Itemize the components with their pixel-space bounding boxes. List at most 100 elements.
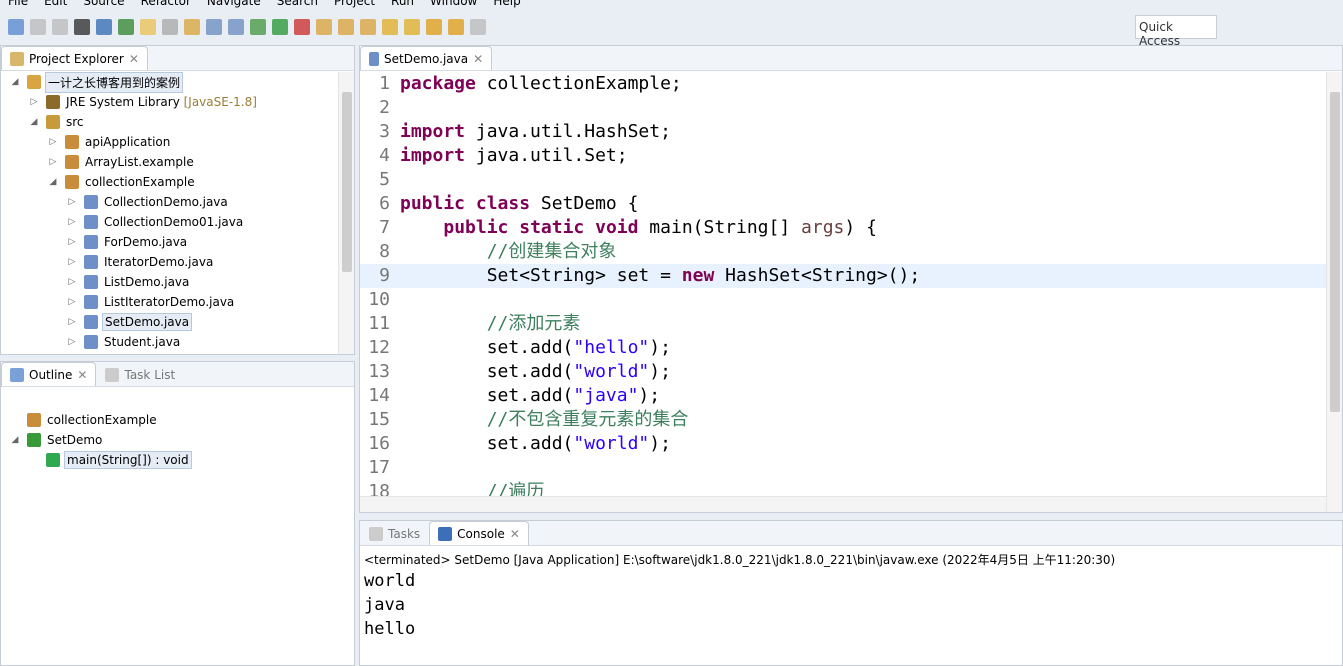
tree-item[interactable]: ▷ ArrayList.example — [1, 152, 338, 172]
close-icon[interactable]: ✕ — [129, 52, 139, 66]
close-icon[interactable]: ✕ — [510, 527, 520, 541]
tree-item[interactable]: collectionExample — [1, 410, 338, 430]
tab-tasks[interactable]: Tasks — [360, 521, 429, 545]
toolbar-button-17[interactable] — [360, 19, 376, 35]
expand-toggle-icon[interactable]: ▷ — [66, 257, 78, 267]
expand-toggle-icon[interactable]: ▷ — [66, 337, 78, 347]
expand-toggle-icon[interactable]: ▷ — [47, 157, 59, 167]
toolbar-button-6[interactable] — [118, 19, 134, 35]
code-line: 16 set.add("world"); — [360, 432, 1326, 456]
toolbar-button-1[interactable] — [8, 19, 24, 35]
project-icon — [27, 75, 41, 89]
menu-source[interactable]: Source — [83, 0, 124, 10]
code-line: 18 //遍历 — [360, 480, 1326, 496]
toolbar-button-21[interactable] — [448, 19, 464, 35]
tab-outline[interactable]: Outline ✕ — [1, 362, 97, 386]
java-file-icon — [369, 51, 379, 66]
toolbar-button-9[interactable] — [184, 19, 200, 35]
expand-toggle-icon[interactable]: ◢ — [9, 435, 21, 445]
tree-item-label: ArrayList.example — [85, 155, 194, 169]
tree-item[interactable]: ▷ Student.java — [1, 332, 338, 352]
tree-item[interactable]: ◢ 一计之长博客用到的案例 — [1, 71, 338, 93]
expand-toggle-icon[interactable]: ◢ — [9, 77, 21, 87]
tree-item[interactable]: ◢ SetDemo — [1, 430, 338, 450]
tree-item[interactable]: ▷ ForDemo.java — [1, 232, 338, 252]
code-line: 9 Set<String> set = new HashSet<String>(… — [360, 264, 1326, 288]
expand-toggle-icon[interactable]: ▷ — [66, 297, 78, 307]
expand-toggle-icon[interactable]: ▷ — [66, 197, 78, 207]
toolbar-button-13[interactable] — [272, 19, 288, 35]
menu-file[interactable]: File — [8, 0, 28, 10]
expand-toggle-icon[interactable]: ▷ — [47, 137, 59, 147]
tree-item[interactable]: ◢ src — [1, 112, 338, 132]
toolbar-button-4[interactable] — [74, 19, 90, 35]
tab-project-explorer[interactable]: Project Explorer ✕ — [1, 46, 148, 70]
close-icon[interactable]: ✕ — [473, 52, 483, 66]
menu-run[interactable]: Run — [391, 0, 414, 10]
menu-refactor[interactable]: Refactor — [141, 0, 191, 10]
tab-setdemo-java[interactable]: SetDemo.java ✕ — [360, 46, 493, 70]
toolbar-button-11[interactable] — [228, 19, 244, 35]
close-icon[interactable]: ✕ — [77, 368, 87, 382]
toolbar-button-14[interactable] — [294, 19, 310, 35]
toolbar-button-3[interactable] — [52, 19, 68, 35]
tree-item[interactable]: ▷ CollectionDemo01.java — [1, 212, 338, 232]
toolbar-button-10[interactable] — [206, 19, 222, 35]
tree-item[interactable]: ▷ SetDemo.java — [1, 312, 338, 332]
string-literal: "world" — [573, 433, 650, 454]
expand-toggle-icon[interactable]: ▷ — [66, 237, 78, 247]
keyword: public — [443, 217, 509, 238]
menu-edit[interactable]: Edit — [44, 0, 67, 10]
tab-task-list[interactable]: Task List — [96, 362, 184, 386]
quick-access-input[interactable]: Quick Access — [1135, 15, 1217, 48]
folder-icon — [10, 51, 24, 66]
toolbar-button-2[interactable] — [30, 19, 46, 35]
tree-item[interactable]: ▷ apiApplication — [1, 132, 338, 152]
library-icon — [46, 95, 60, 109]
expand-toggle-icon[interactable]: ◢ — [47, 177, 59, 187]
horizontal-scrollbar[interactable] — [360, 496, 1326, 512]
toolbar-button-22[interactable] — [470, 19, 486, 35]
tree-item[interactable]: ◢ collectionExample — [1, 172, 338, 192]
tree-item[interactable]: ▷ CollectionDemo.java — [1, 192, 338, 212]
expand-toggle-icon[interactable]: ▷ — [66, 317, 78, 327]
tree-item[interactable]: ▷ JRE System Library [JavaSE-1.8] — [1, 92, 338, 112]
line-number: 11 — [368, 313, 390, 334]
toolbar-button-19[interactable] — [404, 19, 420, 35]
tree-item[interactable]: ▷ IteratorDemo.java — [1, 252, 338, 272]
toolbar-button-20[interactable] — [426, 19, 442, 35]
menu-window[interactable]: Window — [430, 0, 477, 10]
expand-toggle-icon[interactable]: ▷ — [66, 217, 78, 227]
menu-help[interactable]: Help — [493, 0, 520, 10]
toolbar-button-16[interactable] — [338, 19, 354, 35]
keyword: new — [681, 265, 715, 286]
tab-console[interactable]: Console ✕ — [429, 521, 529, 545]
expand-toggle-icon[interactable]: ▷ — [28, 97, 40, 107]
expand-toggle-icon[interactable]: ◢ — [28, 117, 40, 127]
tree-item[interactable]: ▷ ListDemo.java — [1, 272, 338, 292]
toolbar-button-15[interactable] — [316, 19, 332, 35]
menu-navigate[interactable]: Navigate — [207, 0, 261, 10]
package-icon — [65, 155, 79, 169]
vertical-scrollbar[interactable] — [338, 72, 354, 354]
menu-project[interactable]: Project — [334, 0, 375, 10]
code-editor[interactable]: 1 package collectionExample; 2 3 import java… — [360, 72, 1326, 496]
task-list-icon — [105, 367, 120, 382]
toolbar-button-12[interactable] — [250, 19, 266, 35]
vertical-scrollbar[interactable] — [1326, 72, 1342, 512]
toolbar-button-18[interactable] — [382, 19, 398, 35]
editor-panel: SetDemo.java ✕ 1 package collectionExample… — [359, 45, 1343, 513]
expand-toggle-icon[interactable]: ▷ — [66, 277, 78, 287]
code-line: 2 — [360, 96, 1326, 120]
tree-item[interactable]: main(String[]) : void — [1, 450, 338, 470]
code-text: java.util.Set; — [465, 145, 628, 166]
menu-search[interactable]: Search — [277, 0, 318, 10]
java-file-icon — [84, 315, 98, 329]
line-number: 6 — [379, 193, 390, 214]
toolbar-button-5[interactable] — [96, 19, 112, 35]
tree-item[interactable]: ▷ ListIteratorDemo.java — [1, 292, 338, 312]
toolbar-button-8[interactable] — [162, 19, 178, 35]
toolbar-button-7[interactable] — [140, 19, 156, 35]
